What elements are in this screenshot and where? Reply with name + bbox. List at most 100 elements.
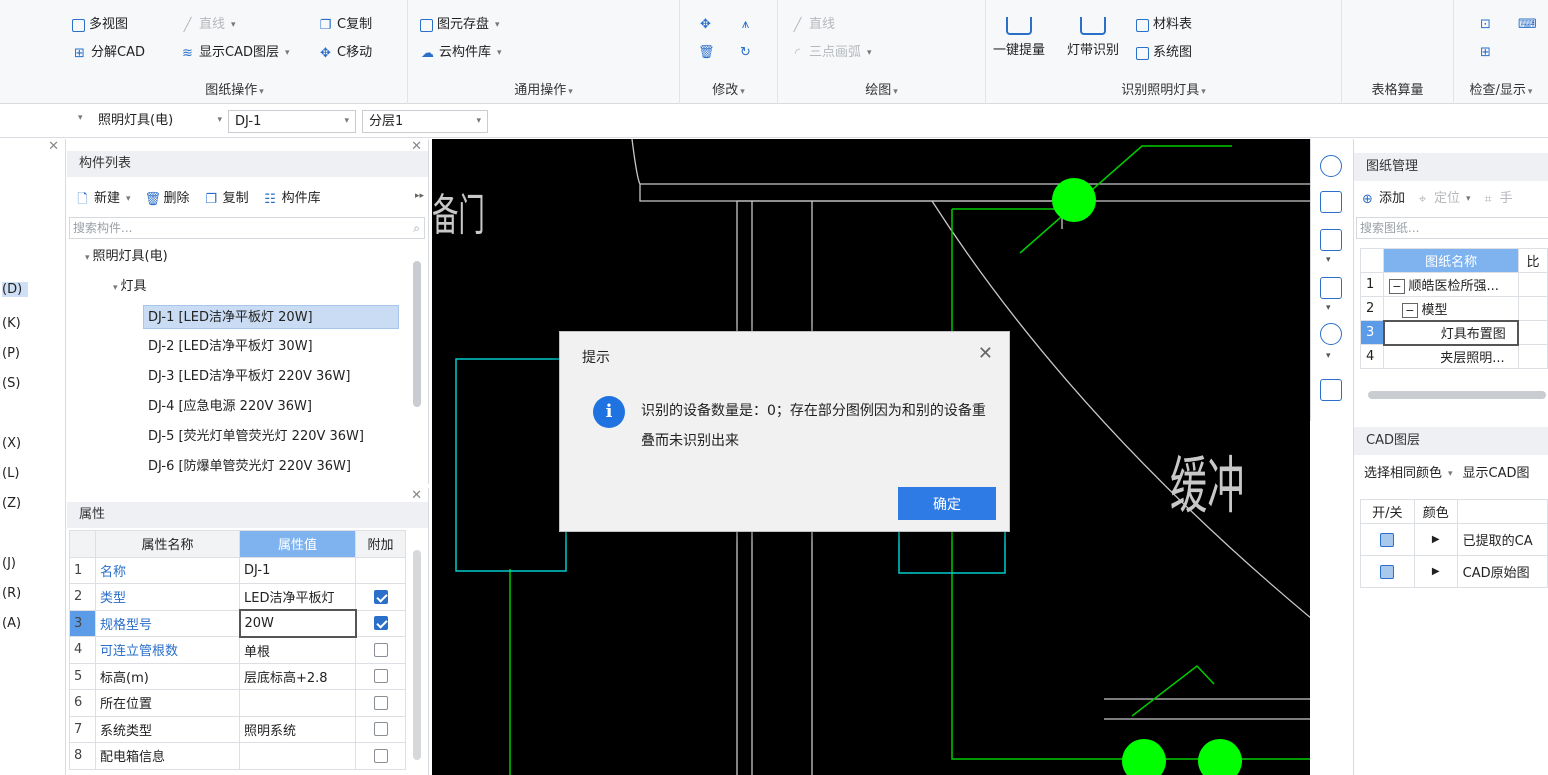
scrollbar[interactable]	[413, 550, 421, 760]
component-library-button[interactable]: ☷ 构件库	[263, 188, 320, 210]
module-item[interactable]: (A)	[2, 616, 21, 631]
prop-value[interactable]: 照明系统	[239, 715, 356, 743]
explode-cad-button[interactable]: ⊞ 分解CAD	[72, 42, 145, 64]
rotate-view-icon[interactable]	[1320, 323, 1342, 345]
ribbon-group-title[interactable]: 表格算量	[1342, 79, 1453, 98]
module-item[interactable]: (K)	[2, 316, 21, 331]
c-move-button[interactable]: ✥ C移动	[318, 42, 372, 64]
three-point-arc-dropdown[interactable]: ◜ 三点画弧 ▾	[790, 42, 872, 64]
move-icon[interactable]: ✥	[698, 17, 713, 32]
inspect-icon[interactable]: ⊞	[1478, 45, 1493, 60]
ribbon-group-title[interactable]: 修改 ▾	[680, 79, 777, 98]
table-row[interactable]: 3 灯具布置图	[1359, 319, 1548, 346]
line-dropdown[interactable]: ╱ 直线 ▾	[180, 14, 236, 36]
extra-checkbox[interactable]	[373, 669, 388, 684]
tree-item-dj2[interactable]: DJ-2 [LED洁净平板灯 30W]	[148, 335, 313, 359]
close-icon[interactable]: ✕	[48, 139, 59, 154]
expand-icon[interactable]: ▸▸	[415, 191, 424, 201]
tree-item-dj6[interactable]: DJ-6 [防爆单管荧光灯 220V 36W]	[148, 455, 351, 479]
copy-component-button[interactable]: ❐ 复制	[204, 188, 248, 210]
show-cad-button[interactable]: 显示CAD图	[1463, 463, 1530, 485]
prop-value[interactable]: 单根	[239, 636, 356, 664]
module-item[interactable]: (Z)	[2, 496, 21, 511]
tree-item-dj4[interactable]: DJ-4 [应急电源 220V 36W]	[148, 395, 312, 419]
multi-view-button[interactable]: 多视图	[72, 14, 128, 36]
manual-button[interactable]: ⌗ 手	[1481, 188, 1512, 210]
cube-view-icon[interactable]	[1320, 229, 1342, 251]
ribbon-group-title[interactable]: 检查/显示 ▾	[1454, 79, 1548, 98]
ribbon-group-title[interactable]: 识别照明灯具 ▾	[986, 79, 1341, 98]
close-icon[interactable]: ✕	[978, 343, 993, 364]
prop-value[interactable]: DJ-1	[239, 556, 356, 584]
show-cad-layer-dropdown[interactable]: ≋ 显示CAD图层 ▾	[180, 42, 289, 64]
delete-component-button[interactable]: 🗑 删除	[145, 188, 190, 210]
chevron-down-icon[interactable]: ▾	[1326, 351, 1331, 361]
prop-value[interactable]	[239, 689, 356, 717]
close-icon[interactable]: ✕	[411, 488, 422, 503]
ribbon-group-title[interactable]: 通用操作 ▾	[408, 79, 679, 98]
tree-item-dj5[interactable]: DJ-5 [荧光灯单管荧光灯 220V 36W]	[148, 425, 364, 449]
module-item[interactable]: (L)	[2, 466, 19, 481]
module-item[interactable]: (R)	[2, 586, 21, 601]
new-component-button[interactable]: 🗋 新建 ▾	[75, 188, 130, 210]
element-save-dropdown[interactable]: 图元存盘 ▾	[420, 14, 500, 36]
box-view-icon[interactable]	[1320, 277, 1342, 299]
module-item[interactable]: (J)	[2, 556, 16, 571]
module-item[interactable]: (P)	[2, 346, 20, 361]
toggle-checkbox[interactable]	[1380, 532, 1395, 547]
ribbon-group-title[interactable]: 图纸操作 ▾	[62, 79, 407, 98]
category-select[interactable]: 照明灯具(电) ▾	[92, 110, 222, 133]
drawing-search-input[interactable]: 搜索图纸...	[1356, 217, 1548, 239]
3d-view-icon[interactable]	[1320, 191, 1342, 213]
extra-checkbox[interactable]	[373, 616, 388, 631]
module-item[interactable]: (D)	[2, 282, 28, 297]
scrollbar[interactable]	[413, 261, 421, 407]
table-row[interactable]: 4 夹层照明...	[1359, 344, 1548, 369]
ribbon-group-title[interactable]: 绘图 ▾	[778, 79, 985, 98]
prop-value[interactable]	[239, 742, 356, 770]
add-drawing-button[interactable]: ⊕ 添加	[1360, 188, 1405, 210]
rotate-icon[interactable]: ↻	[738, 45, 753, 60]
chevron-down-icon[interactable]: ▾	[1326, 303, 1331, 313]
material-table-button[interactable]: 材料表	[1136, 14, 1192, 36]
prop-value-editor[interactable]: 20W	[238, 609, 357, 638]
prop-value[interactable]: LED洁净平板灯	[239, 583, 356, 611]
extra-checkbox[interactable]	[373, 748, 388, 763]
system-diagram-button[interactable]: 系统图	[1136, 42, 1192, 64]
chevron-down-icon[interactable]: ▾	[1326, 255, 1331, 265]
module-item[interactable]: (S)	[2, 376, 20, 391]
cloud-lib-dropdown[interactable]: ☁ 云构件库 ▾	[420, 42, 502, 64]
check-icon[interactable]: ⊡	[1478, 17, 1493, 32]
toggle-checkbox[interactable]	[1380, 564, 1395, 579]
locate-drawing-button[interactable]: ⌖ 定位 ▾	[1415, 188, 1471, 210]
extra-checkbox[interactable]	[373, 695, 388, 710]
module-item[interactable]: (X)	[2, 436, 21, 451]
tree-root[interactable]: ▾ 照明灯具(电)	[83, 245, 168, 269]
extra-checkbox[interactable]	[373, 642, 388, 657]
strip-light-identify-button[interactable]: 灯带识别	[1062, 0, 1124, 58]
tree-item-dj3[interactable]: DJ-3 [LED洁净平板灯 220V 36W]	[148, 365, 350, 389]
layer-toggle[interactable]	[1360, 555, 1415, 588]
select-same-color-dropdown[interactable]: 选择相同颜色 ▾ 显示CAD图	[1364, 463, 1530, 485]
layer-select[interactable]: 分层1 ▾	[362, 110, 488, 133]
mirror-icon[interactable]: ⩚	[738, 17, 753, 32]
delete-icon[interactable]: 🗑	[698, 45, 715, 60]
layer-view-icon[interactable]	[1320, 379, 1342, 401]
tree-group[interactable]: ▾ 灯具	[111, 275, 147, 299]
chevron-down-icon[interactable]: ▾	[78, 113, 83, 123]
tree-item-dj1[interactable]: DJ-1 [LED洁净平板灯 20W]	[143, 305, 399, 329]
table-row[interactable]: 2 − 模型	[1359, 296, 1548, 321]
component-search-input[interactable]: 搜索构件... ⌕	[69, 217, 425, 239]
component-select[interactable]: DJ-1 ▾	[228, 110, 356, 133]
extra-checkbox[interactable]	[373, 722, 388, 737]
layer-toggle[interactable]	[1360, 523, 1415, 556]
prop-value[interactable]: 层底标高+2.8	[239, 662, 356, 690]
one-click-quantity-button[interactable]: 一键提量	[988, 0, 1050, 58]
horizontal-scrollbar[interactable]	[1368, 391, 1546, 399]
draw-line-button[interactable]: ╱ 直线	[790, 14, 835, 36]
table-row[interactable]: 1 − 顺皓医检所强...	[1359, 272, 1548, 297]
orbit-icon[interactable]	[1320, 155, 1342, 177]
extra-checkbox[interactable]	[373, 589, 388, 604]
ok-button[interactable]: 确定	[898, 487, 996, 520]
display-icon[interactable]: ⌨	[1518, 17, 1537, 32]
